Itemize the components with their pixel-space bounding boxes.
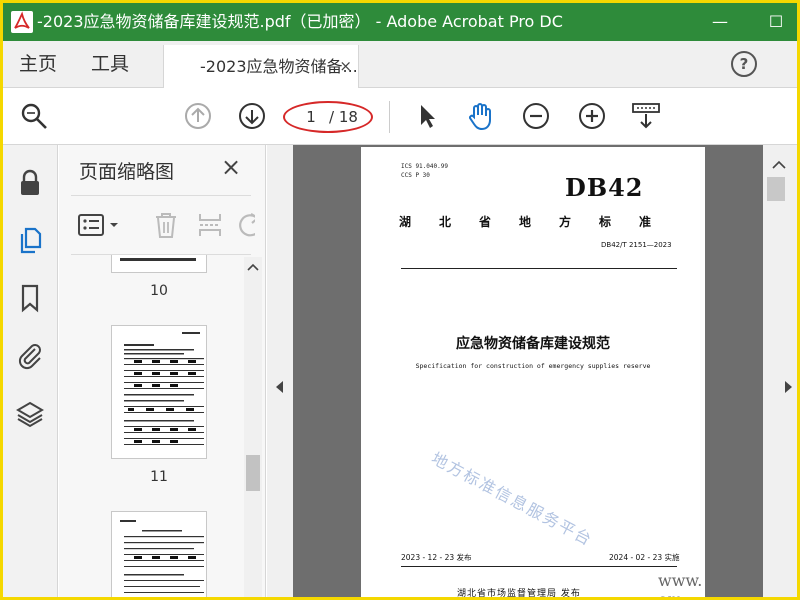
lock-icon[interactable] (15, 167, 45, 197)
acrobat-app-icon (11, 11, 33, 33)
extract-page-icon[interactable] (195, 210, 225, 240)
zoom-in-icon[interactable] (577, 101, 607, 131)
panel-tools (71, 195, 255, 255)
document-title: 应急物资储备库建设规范 (456, 336, 610, 352)
page-thumbnails-icon[interactable] (15, 225, 45, 255)
footer-rule (401, 566, 677, 567)
standard-number: DB42/T 2151—2023 (601, 241, 672, 249)
thumbnail-list: 10 11 (59, 255, 244, 597)
right-scroll-strip (763, 145, 797, 597)
page-thumbnail[interactable] (111, 325, 207, 459)
layers-icon[interactable] (15, 399, 45, 429)
help-icon[interactable]: ? (731, 51, 757, 77)
document-subtitle: Specification for construction of emerge… (415, 362, 651, 370)
document-scrollbar-thumb[interactable] (767, 177, 785, 201)
page-thumbnail[interactable] (111, 255, 207, 273)
thumbnail-scrollbar[interactable] (244, 257, 262, 597)
bookmark-icon[interactable] (15, 283, 45, 313)
red-highlight-ellipse (283, 101, 373, 133)
tab-home[interactable]: 主页 (19, 41, 57, 88)
zoom-out-icon[interactable] (521, 101, 551, 131)
left-collapse-strip[interactable] (267, 145, 293, 597)
ccs-code: CCS P 30 (401, 172, 430, 179)
document-view: ICS 91.040.99 CCS P 30 DB42 湖北省地方标准 DB42… (267, 145, 797, 597)
title-bar: -2023应急物资储备库建设规范.pdf（已加密） - Adobe Acroba… (3, 3, 797, 41)
watermark-url-end: om (658, 590, 683, 597)
tab-tools[interactable]: 工具 (91, 41, 129, 88)
zoom-search-icon[interactable] (19, 101, 49, 131)
toolbar: 1 / 18 (3, 89, 797, 145)
db-code: DB42 (565, 173, 644, 202)
acrobat-window: -2023应急物资储备库建设规范.pdf（已加密） - Adobe Acroba… (3, 3, 797, 597)
hand-tool-icon[interactable] (465, 101, 495, 131)
ics-code: ICS 91.040.99 (401, 163, 448, 170)
tab-document[interactable]: -2023应急物资储备... × (163, 45, 359, 88)
panel-title: 页面缩略图 (79, 161, 175, 183)
minimize-button[interactable]: — (707, 9, 733, 35)
close-panel-button[interactable]: × (221, 153, 241, 181)
tabs-bar: 主页 工具 -2023应急物资储备... × ? (3, 41, 797, 88)
thumbnail-page-label: 11 (150, 469, 168, 485)
toolbar-divider (389, 101, 390, 133)
publish-date: 2023 - 12 - 23 发布 (401, 553, 472, 562)
scroll-mode-icon[interactable] (631, 101, 661, 131)
select-arrow-icon[interactable] (411, 101, 441, 131)
implement-date: 2024 - 02 - 23 实施 (609, 553, 680, 562)
window-title: -2023应急物资储备库建设规范.pdf（已加密） - Adobe Acroba… (37, 12, 563, 31)
header-rule (401, 268, 677, 269)
thumbnail-page-label: 10 (150, 283, 168, 299)
maximize-button[interactable]: ☐ (763, 9, 789, 35)
navigation-rail (3, 145, 58, 597)
thumbnail-options-icon[interactable] (77, 210, 125, 240)
delete-page-icon[interactable] (151, 210, 181, 240)
page-thumbnail[interactable] (111, 511, 207, 597)
document-tab-label: -2023应急物资储备... (200, 57, 358, 76)
next-page-icon[interactable] (237, 101, 267, 131)
close-tab-button[interactable]: × (339, 45, 352, 88)
issuer: 湖北省市场监督管理局 发布 (457, 589, 581, 597)
watermark-text: 地方标准信息服务平台 (428, 448, 597, 550)
previous-page-icon[interactable] (183, 101, 213, 131)
watermark-url: www.om (658, 571, 797, 597)
scrollbar-thumb[interactable] (246, 455, 260, 491)
rotate-page-icon[interactable] (235, 210, 255, 240)
document-page: ICS 91.040.99 CCS P 30 DB42 湖北省地方标准 DB42… (361, 147, 705, 597)
page-thumbnails-panel: 页面缩略图 × 10 11 (59, 145, 266, 597)
attachment-icon[interactable] (15, 341, 45, 371)
standard-type: 湖北省地方标准 (399, 215, 680, 229)
watermark-url-start: www. (658, 571, 703, 590)
